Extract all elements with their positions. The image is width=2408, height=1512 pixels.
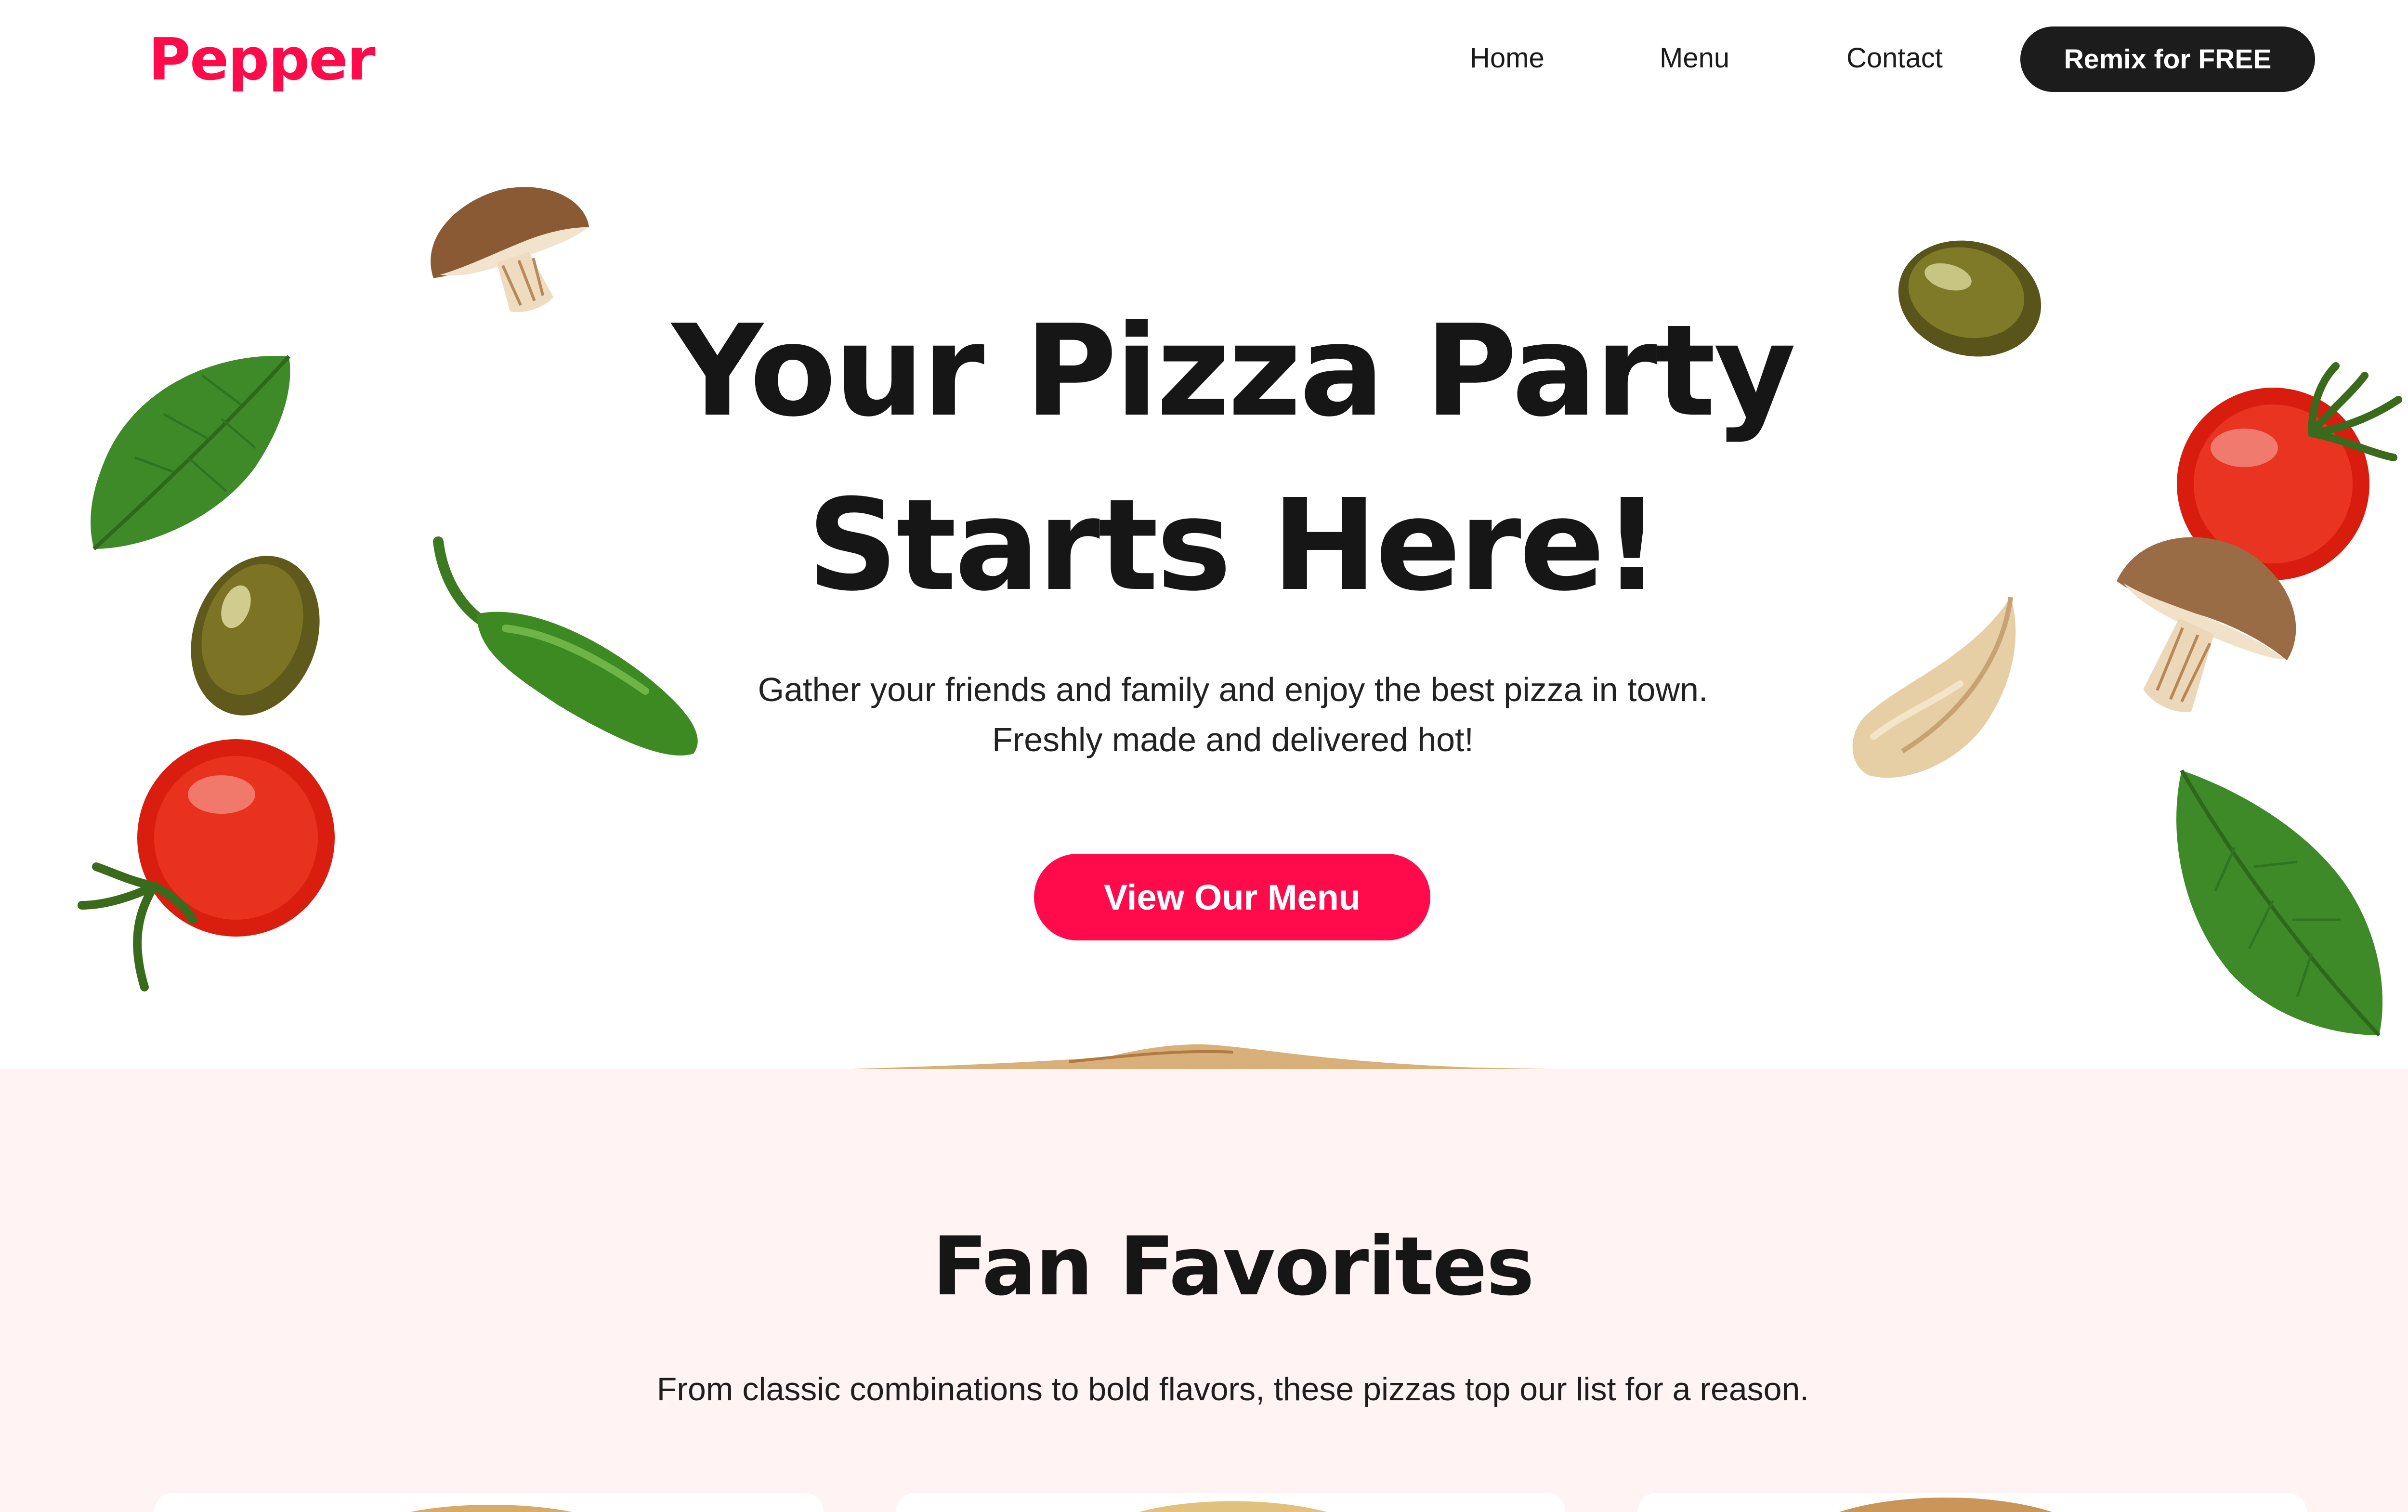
view-menu-button[interactable]: View Our Menu [1034, 854, 1430, 940]
landing-page: Pepper Home Menu Contact Remix for FREE [0, 0, 2408, 1512]
basil-leaf-icon [82, 347, 299, 559]
pepper-logo[interactable]: Pepper [148, 24, 376, 96]
hero-subtitle: Gather your friends and family and enjoy… [758, 671, 1708, 758]
basil-leaf-icon [2162, 766, 2389, 1040]
nav-link-home[interactable]: Home [1470, 39, 1544, 77]
remix-for-free-button[interactable]: Remix for FREE [2020, 26, 2315, 92]
pizza-image [1139, 1501, 1327, 1512]
nav-link-contact[interactable]: Contact [1846, 39, 1943, 77]
nav-link-menu[interactable]: Menu [1660, 39, 1729, 77]
pizza-image [799, 1043, 1628, 1071]
olive-icon [1895, 236, 2044, 361]
pizza-image [410, 1505, 572, 1512]
cherry-tomato-icon [77, 737, 347, 997]
olive-icon [183, 549, 327, 722]
pizza-image [1839, 1498, 2052, 1512]
fan-favorites-subtitle: From classic combinations to bold flavor… [656, 1371, 1809, 1408]
mushroom-icon [2085, 525, 2316, 732]
fan-favorites-title: Fan Favorites [932, 1219, 1534, 1314]
hero-title: Your Pizza Party Starts Here! [671, 298, 1796, 619]
